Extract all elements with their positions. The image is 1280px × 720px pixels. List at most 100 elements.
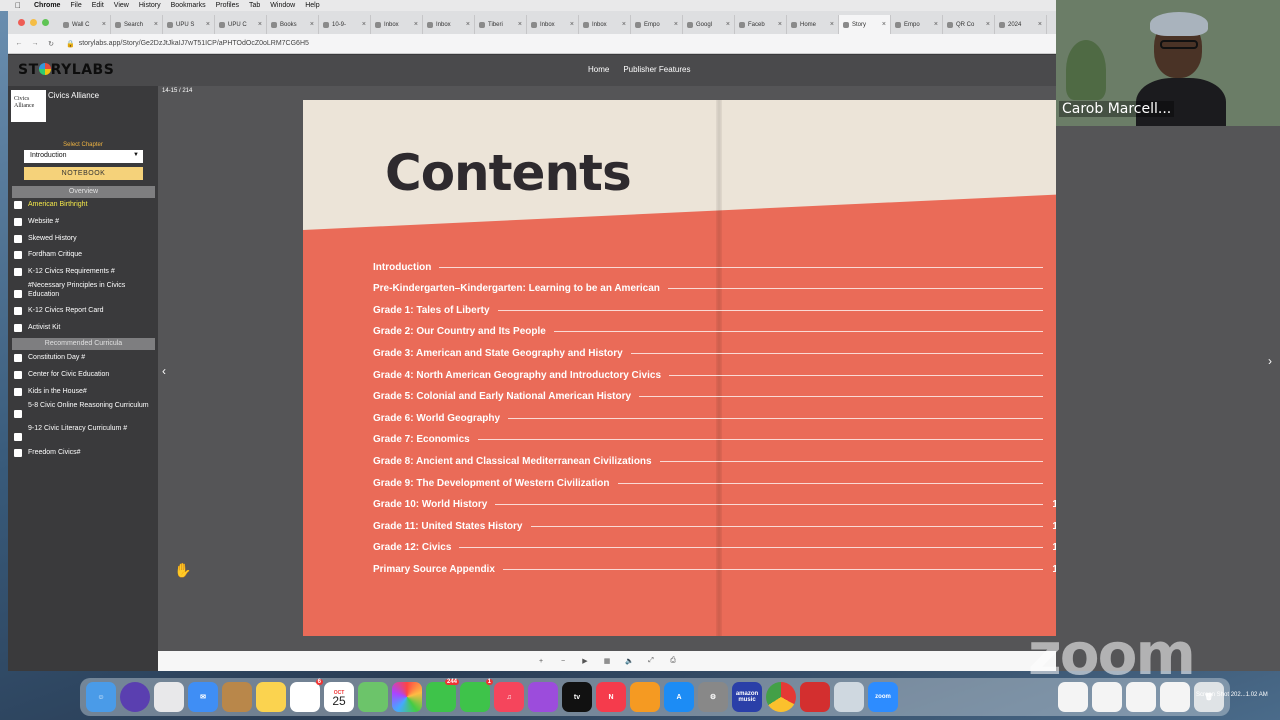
checkbox[interactable] [14, 449, 22, 457]
chapter-item[interactable]: 9-12 Civic Literacy Curriculum # [14, 424, 154, 441]
chapter-item[interactable]: K-12 Civics Requirements # [14, 267, 154, 276]
launchpad-icon[interactable] [154, 682, 184, 712]
siri-icon[interactable] [120, 682, 150, 712]
print-icon[interactable]: ⎙ [669, 657, 677, 665]
browser-tab[interactable]: 2024 × [995, 15, 1047, 34]
toc-entry[interactable]: Grade 3: American and State Geography an… [373, 346, 1069, 360]
toc-entry[interactable]: Grade 5: Colonial and Early National Ame… [373, 390, 1069, 404]
nav-publisher-features-link[interactable]: Publisher Features [623, 65, 690, 74]
document-icon[interactable] [1160, 682, 1190, 712]
toc-entry[interactable]: Introduction18 [373, 260, 1069, 274]
podcasts-icon[interactable] [528, 682, 558, 712]
calendar-icon[interactable]: OCT 25 [324, 682, 354, 712]
close-tab-icon[interactable]: × [622, 21, 626, 28]
menu-app-name[interactable]: Chrome [34, 2, 60, 9]
toc-entry[interactable]: Grade 8: Ancient and Classical Mediterra… [373, 454, 1069, 468]
mail-icon[interactable]: ✉ [188, 682, 218, 712]
news-icon[interactable]: N [596, 682, 626, 712]
notes-icon[interactable] [256, 682, 286, 712]
close-window-icon[interactable] [18, 19, 25, 26]
close-tab-icon[interactable]: × [934, 21, 938, 28]
chapter-item[interactable]: Fordham Critique [14, 250, 154, 259]
document-icon[interactable] [1126, 682, 1156, 712]
back-icon[interactable]: ← [14, 40, 24, 47]
checkbox[interactable] [14, 251, 22, 259]
menu-file[interactable]: File [70, 2, 81, 9]
menu-edit[interactable]: Edit [92, 2, 104, 9]
close-tab-icon[interactable]: × [414, 21, 418, 28]
url-field[interactable]: storylabs.app/Story/Ge2DzJtJkaIJ7wT51ICP… [79, 40, 309, 47]
toc-entry[interactable]: Grade 4: North American Geography and In… [373, 368, 1069, 382]
browser-tab[interactable]: Inbox × [423, 15, 475, 34]
close-tab-icon[interactable]: × [778, 21, 782, 28]
zoom-participant-video[interactable]: Carob Marcell... [1056, 0, 1280, 126]
menu-history[interactable]: History [139, 2, 161, 9]
maximize-window-icon[interactable] [42, 19, 49, 26]
fullscreen-icon[interactable]: ⤢ [647, 657, 655, 665]
browser-tab[interactable]: Tiberi × [475, 15, 527, 34]
checkbox[interactable] [14, 388, 22, 396]
toc-entry[interactable]: Grade 1: Tales of Liberty39 [373, 303, 1069, 317]
overview-header[interactable]: Overview [12, 186, 155, 198]
reminders-icon[interactable]: 6 [290, 679, 323, 712]
zoom-in-icon[interactable]: + [537, 658, 545, 665]
menu-tab[interactable]: Tab [249, 2, 260, 9]
minimize-window-icon[interactable] [30, 19, 37, 26]
lock-icon[interactable]: 🔒 [66, 40, 75, 48]
browser-tab[interactable]: Wall C × [59, 15, 111, 34]
toc-entry[interactable]: Grade 9: The Development of Western Civi… [373, 476, 1069, 490]
toc-entry[interactable]: Grade 7: Economics68 [373, 433, 1069, 447]
next-page-icon[interactable]: › [1268, 354, 1272, 368]
chapter-item[interactable]: #Necessary Principles in Civics Educatio… [14, 281, 154, 299]
screenshot-file-label[interactable]: Screen Shot 202...1.02 AM [1196, 692, 1268, 699]
checkbox[interactable] [14, 290, 22, 298]
contacts-icon[interactable] [222, 682, 252, 712]
app-store-icon[interactable]: A [664, 682, 694, 712]
browser-tab[interactable]: UPU S × [163, 15, 215, 34]
chapter-select[interactable]: Introduction ▼ [24, 150, 143, 163]
browser-tab[interactable]: Books × [267, 15, 319, 34]
close-tab-icon[interactable]: × [154, 21, 158, 28]
maps-icon[interactable] [358, 682, 388, 712]
apple-icon[interactable]:  [12, 1, 24, 10]
close-tab-icon[interactable]: × [258, 21, 262, 28]
menu-help[interactable]: Help [305, 2, 319, 9]
browser-tab-active[interactable]: Story × [839, 15, 891, 34]
close-tab-icon[interactable]: × [726, 21, 730, 28]
checkbox[interactable] [14, 410, 22, 418]
music-icon[interactable]: ♫ [494, 682, 524, 712]
browser-tab[interactable]: Googl × [683, 15, 735, 34]
toc-entry[interactable]: Primary Source Appendix154 [373, 562, 1069, 576]
close-tab-icon[interactable]: × [102, 21, 106, 28]
checkbox[interactable] [14, 235, 22, 243]
recommended-curricula-header[interactable]: Recommended Curricula [12, 338, 155, 350]
chapter-item[interactable]: Activist Kit [14, 323, 154, 332]
checkbox[interactable] [14, 307, 22, 315]
facetime-icon[interactable]: 1 [460, 679, 493, 712]
acrobat-icon[interactable] [800, 682, 830, 712]
chapter-item[interactable]: Freedom Civics# [14, 448, 154, 457]
chapter-item[interactable]: 5-8 Civic Online Reasoning Curriculum [14, 401, 154, 418]
system-preferences-icon[interactable]: ⚙ [698, 682, 728, 712]
preview-icon[interactable] [834, 682, 864, 712]
book-spread[interactable]: Contents Introduction18 Pre-Kindergarten–… [303, 100, 1133, 636]
browser-tab[interactable]: UPU C × [215, 15, 267, 34]
checkbox[interactable] [14, 354, 22, 362]
browser-tab[interactable]: Inbox × [527, 15, 579, 34]
close-tab-icon[interactable]: × [830, 21, 834, 28]
close-tab-icon[interactable]: × [986, 21, 990, 28]
audio-icon[interactable]: 🔈 [625, 657, 634, 665]
apple-tv-icon[interactable]: tv [562, 682, 592, 712]
chapter-item[interactable]: Constitution Day # [14, 353, 154, 362]
close-tab-icon[interactable]: × [206, 21, 210, 28]
play-icon[interactable]: ▶ [581, 657, 589, 665]
nav-home-link[interactable]: Home [588, 65, 609, 74]
photos-icon[interactable] [392, 682, 422, 712]
close-tab-icon[interactable]: × [310, 21, 314, 28]
close-tab-icon[interactable]: × [882, 21, 886, 28]
book-thumbnail[interactable]: Civics Alliance [11, 90, 46, 122]
browser-tab[interactable]: Home × [787, 15, 839, 34]
toc-entry[interactable]: Grade 6: World Geography59 [373, 411, 1069, 425]
checkbox[interactable] [14, 433, 22, 441]
close-tab-icon[interactable]: × [1038, 21, 1042, 28]
